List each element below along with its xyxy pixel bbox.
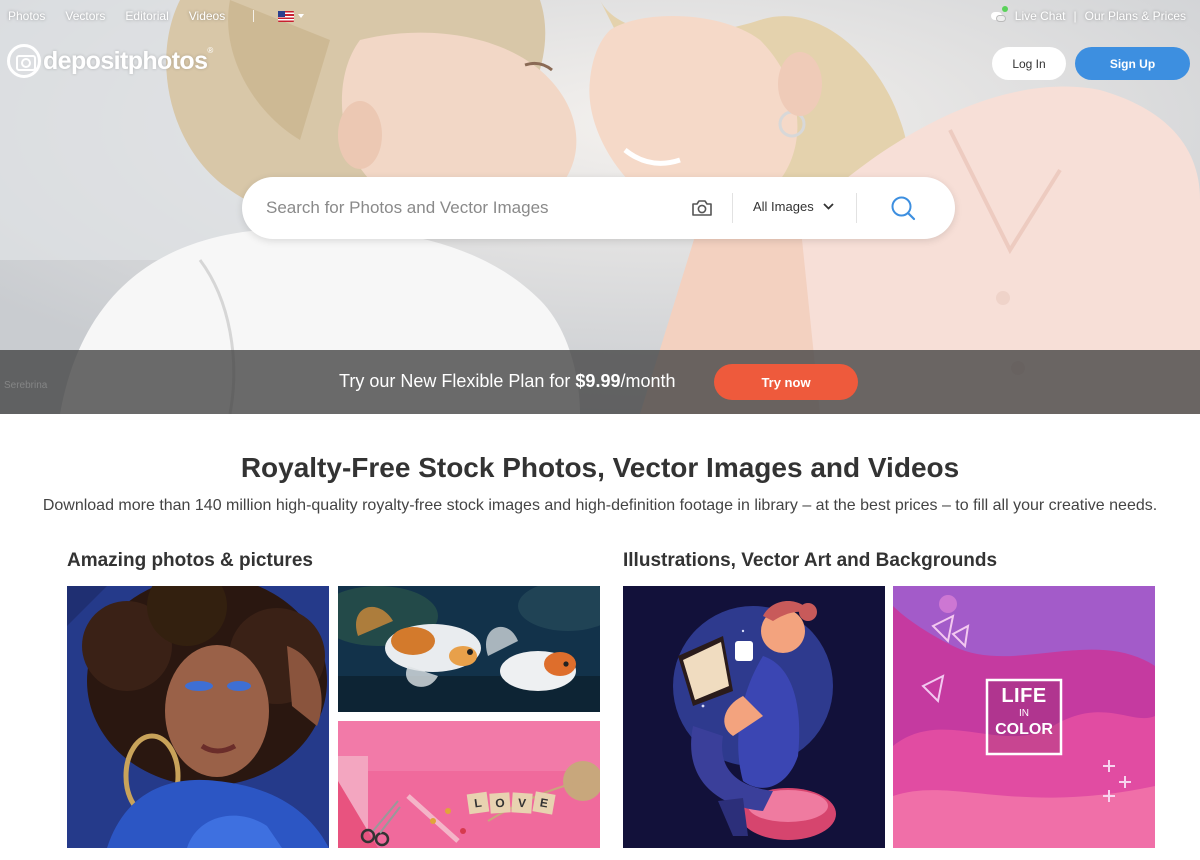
nav-videos[interactable]: Videos <box>189 9 225 23</box>
photos-section-title: Amazing photos & pictures <box>67 550 313 571</box>
promo-banner: Try our New Flexible Plan for $9.99/mont… <box>0 350 1200 414</box>
language-selector[interactable] <box>278 10 305 22</box>
hero: Photos Vectors Editorial Videos Live Cha… <box>0 0 1200 414</box>
goldfish-tile[interactable] <box>338 586 600 712</box>
image-type-select[interactable]: All Images <box>753 199 834 214</box>
goldfish-image <box>338 586 600 712</box>
search-bar: All Images <box>242 177 955 239</box>
signup-button[interactable]: Sign Up <box>1075 47 1190 80</box>
search-divider <box>856 193 857 223</box>
reading-girl-illustration <box>623 586 885 848</box>
letter-block: V <box>511 792 533 814</box>
caret-down-icon <box>298 14 305 18</box>
love-letters-tile[interactable]: L O V E <box>338 721 600 848</box>
us-flag-icon <box>278 10 295 22</box>
illustrations-section-title: Illustrations, Vector Art and Background… <box>623 550 998 571</box>
letter-block: E <box>532 791 556 815</box>
top-nav: Photos Vectors Editorial Videos Live Cha… <box>0 0 1200 32</box>
live-chat-link[interactable]: Live Chat <box>1015 9 1066 23</box>
life-in-color-text: LIFE IN COLOR <box>987 686 1061 738</box>
login-button[interactable]: Log In <box>992 47 1066 80</box>
search-input[interactable] <box>266 195 676 221</box>
reading-girl-tile[interactable] <box>623 586 885 848</box>
nav-photos[interactable]: Photos <box>8 9 45 23</box>
nav-divider <box>253 10 255 22</box>
photo-credit: Serebrina <box>4 380 48 391</box>
love-blocks: L O V E <box>466 791 556 815</box>
nav-editorial[interactable]: Editorial <box>125 9 168 23</box>
love-letters-image <box>338 721 600 848</box>
logo[interactable]: depositphotos ® <box>7 44 213 78</box>
logo-registered: ® <box>207 46 214 55</box>
in-word: IN <box>1019 708 1029 719</box>
nav-links: Photos Vectors Editorial Videos <box>8 9 305 23</box>
search-divider <box>732 193 733 223</box>
chevron-down-icon <box>823 203 834 210</box>
plans-link[interactable]: Our Plans & Prices <box>1085 9 1186 23</box>
letter-block: L <box>466 791 490 815</box>
nav-vectors[interactable]: Vectors <box>65 9 105 23</box>
nav-separator: | <box>1073 9 1077 23</box>
search-icon[interactable] <box>890 195 916 221</box>
right-nav: Live Chat | Our Plans & Prices <box>990 6 1186 23</box>
letter-block: O <box>489 792 511 814</box>
logo-text: depositphotos <box>43 46 208 75</box>
life-in-color-tile[interactable]: LIFE IN COLOR <box>893 586 1155 848</box>
life-word: LIFE <box>1001 685 1047 707</box>
camera-logo-icon <box>7 44 41 78</box>
try-now-button[interactable]: Try now <box>714 364 858 400</box>
page-title: Royalty-Free Stock Photos, Vector Images… <box>240 452 960 483</box>
color-word: COLOR <box>995 721 1053 738</box>
promo-price: $9.99 <box>575 371 621 391</box>
page-subtitle: Download more than 140 million high-qual… <box>42 497 1158 514</box>
woman-portrait-image <box>67 586 329 848</box>
chat-icon <box>990 6 1008 23</box>
camera-search-icon[interactable] <box>691 199 713 217</box>
woman-portrait-tile[interactable] <box>67 586 329 848</box>
image-type-value: All Images <box>753 199 814 214</box>
promo-text: Try our New Flexible Plan for $9.99/mont… <box>339 371 676 391</box>
